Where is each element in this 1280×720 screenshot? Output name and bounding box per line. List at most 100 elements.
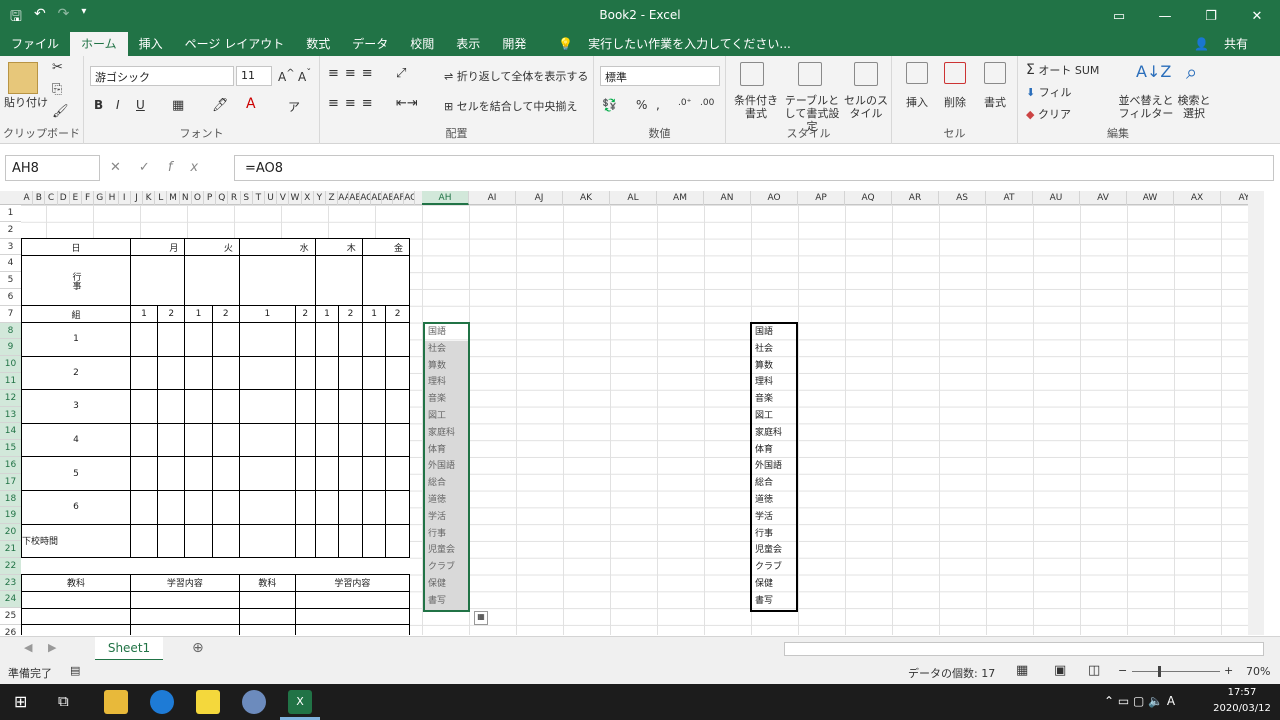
subject-cell[interactable]: 図工 bbox=[752, 408, 796, 425]
tab-review[interactable]: 校閲 bbox=[399, 32, 445, 56]
tab-data[interactable]: データ bbox=[341, 32, 399, 56]
row-header[interactable]: 4 bbox=[0, 255, 21, 273]
column-header[interactable]: AH bbox=[422, 191, 469, 205]
tab-file[interactable]: ファイル bbox=[0, 32, 70, 56]
column-header[interactable]: J bbox=[131, 191, 143, 205]
row-header[interactable]: 3 bbox=[0, 239, 21, 256]
file-explorer-icon[interactable] bbox=[104, 690, 128, 714]
column-header[interactable]: O bbox=[192, 191, 204, 205]
name-box[interactable]: AH8 bbox=[5, 155, 100, 181]
column-header[interactable]: AO bbox=[751, 191, 798, 205]
row-header[interactable]: 5 bbox=[0, 272, 21, 289]
minimize-button[interactable]: — bbox=[1142, 0, 1188, 32]
column-header[interactable]: C bbox=[45, 191, 58, 205]
quick-analysis-icon[interactable]: ▦ bbox=[474, 611, 488, 625]
zoom-in-icon[interactable]: + bbox=[1224, 664, 1233, 677]
task-view-icon[interactable]: ⧉ bbox=[58, 692, 69, 710]
column-header[interactable]: V bbox=[277, 191, 290, 205]
column-header[interactable]: K bbox=[143, 191, 156, 205]
column-header[interactable]: F bbox=[82, 191, 95, 205]
autosum-button[interactable]: Σ オート SUM bbox=[1026, 62, 1099, 78]
subject-cell[interactable]: 理科 bbox=[425, 374, 468, 392]
phonetic-icon[interactable]: ア bbox=[288, 98, 300, 115]
find-select-button[interactable]: 検索と選択 bbox=[1174, 94, 1214, 120]
subject-cell[interactable]: 学活 bbox=[425, 508, 468, 526]
zoom-out-icon[interactable]: − bbox=[1118, 664, 1127, 677]
paint-icon[interactable] bbox=[242, 690, 266, 714]
row-header[interactable]: 2 bbox=[0, 222, 21, 239]
add-sheet-icon[interactable]: ⊕ bbox=[192, 640, 204, 656]
column-header[interactable]: AJ bbox=[516, 191, 563, 205]
maximize-button[interactable]: ❐ bbox=[1188, 0, 1234, 32]
row-header[interactable]: 6 bbox=[0, 289, 21, 306]
column-header[interactable]: AU bbox=[1033, 191, 1080, 205]
format-cells-button[interactable]: 書式 bbox=[984, 94, 1006, 110]
row-header[interactable]: 26 bbox=[0, 625, 21, 635]
row-header[interactable]: 16 bbox=[0, 457, 21, 474]
subject-cell[interactable]: 児童会 bbox=[752, 542, 796, 559]
column-header[interactable]: I bbox=[119, 191, 131, 205]
subject-cell[interactable]: 国語 bbox=[752, 324, 796, 341]
excel-taskbar-icon[interactable]: X bbox=[288, 690, 312, 714]
sheet-tab-sheet1[interactable]: Sheet1 bbox=[95, 637, 163, 661]
subject-cell[interactable]: 道徳 bbox=[425, 491, 468, 509]
copy-icon[interactable]: ⎘ bbox=[52, 82, 62, 97]
tray-icons[interactable]: ⌃ ▭ ▢ 🔈 A bbox=[1104, 694, 1175, 708]
vertical-scrollbar[interactable] bbox=[1248, 191, 1264, 635]
subject-cell[interactable]: クラブ bbox=[752, 559, 796, 576]
column-header[interactable]: T bbox=[253, 191, 265, 205]
subject-cell[interactable]: 児童会 bbox=[425, 542, 468, 560]
row-header[interactable]: 7 bbox=[0, 306, 21, 323]
column-header[interactable]: AQ bbox=[845, 191, 892, 205]
column-header[interactable]: G bbox=[94, 191, 107, 205]
number-format-dropdown[interactable]: 標準 bbox=[600, 66, 720, 86]
delete-cells-button[interactable]: 削除 bbox=[944, 94, 966, 110]
tell-me-box[interactable]: 💡 実行したい作業を入力してください... bbox=[547, 32, 813, 56]
zoom-slider-thumb[interactable] bbox=[1158, 666, 1161, 677]
column-header[interactable]: H bbox=[106, 191, 119, 205]
subject-cell[interactable]: 算数 bbox=[425, 357, 468, 375]
tab-developer[interactable]: 開発 bbox=[491, 32, 537, 56]
page-layout-view-icon[interactable]: ▣ bbox=[1054, 663, 1066, 678]
enter-icon[interactable]: ✓ bbox=[139, 160, 168, 175]
column-header[interactable]: AA bbox=[338, 191, 350, 205]
subject-cell[interactable]: 体育 bbox=[425, 441, 468, 459]
row-header[interactable]: 19 bbox=[0, 507, 21, 525]
macro-record-icon[interactable]: ▤ bbox=[70, 664, 80, 677]
decrease-decimal-icon[interactable]: .00 bbox=[700, 98, 714, 108]
subject-cell[interactable]: 外国語 bbox=[425, 458, 468, 476]
column-header[interactable]: AB bbox=[349, 191, 361, 205]
column-header[interactable]: Y bbox=[314, 191, 326, 205]
subject-cell[interactable]: 書写 bbox=[752, 593, 796, 610]
subject-cell[interactable]: 行事 bbox=[752, 526, 796, 543]
tab-insert[interactable]: 挿入 bbox=[128, 32, 174, 56]
column-header[interactable]: X bbox=[302, 191, 314, 205]
row-header[interactable]: 15 bbox=[0, 440, 21, 457]
subject-cell[interactable]: 音楽 bbox=[425, 391, 468, 408]
column-header[interactable]: AS bbox=[939, 191, 986, 205]
row-header[interactable]: 12 bbox=[0, 389, 21, 407]
subject-cell[interactable]: 国語 bbox=[425, 324, 468, 341]
column-header[interactable]: R bbox=[228, 191, 241, 205]
column-header[interactable]: AI bbox=[469, 191, 516, 205]
row-header[interactable]: 14 bbox=[0, 423, 21, 441]
column-header[interactable]: U bbox=[265, 191, 278, 205]
column-header[interactable]: AD bbox=[371, 191, 383, 205]
shrink-font-icon[interactable]: Aˇ bbox=[298, 68, 311, 84]
column-header[interactable]: A bbox=[21, 191, 34, 205]
column-header[interactable]: W bbox=[289, 191, 302, 205]
subject-cell[interactable]: 総合 bbox=[425, 475, 468, 492]
column-header[interactable]: N bbox=[180, 191, 192, 205]
row-header[interactable]: 17 bbox=[0, 473, 21, 491]
percent-icon[interactable]: % bbox=[636, 98, 647, 112]
edge-icon[interactable] bbox=[150, 690, 174, 714]
row-header[interactable]: 24 bbox=[0, 591, 21, 609]
row-header[interactable]: 9 bbox=[0, 339, 21, 357]
zoom-level[interactable]: 70% bbox=[1246, 665, 1270, 678]
row-header[interactable]: 8 bbox=[0, 322, 21, 340]
grow-font-icon[interactable]: A^ bbox=[278, 68, 295, 84]
vertical-align-icons[interactable]: ≡≡≡ bbox=[328, 66, 379, 81]
row-header[interactable]: 10 bbox=[0, 356, 21, 373]
clock-date[interactable]: 2020/03/12 bbox=[1212, 703, 1272, 714]
column-header[interactable]: AG bbox=[404, 191, 416, 205]
